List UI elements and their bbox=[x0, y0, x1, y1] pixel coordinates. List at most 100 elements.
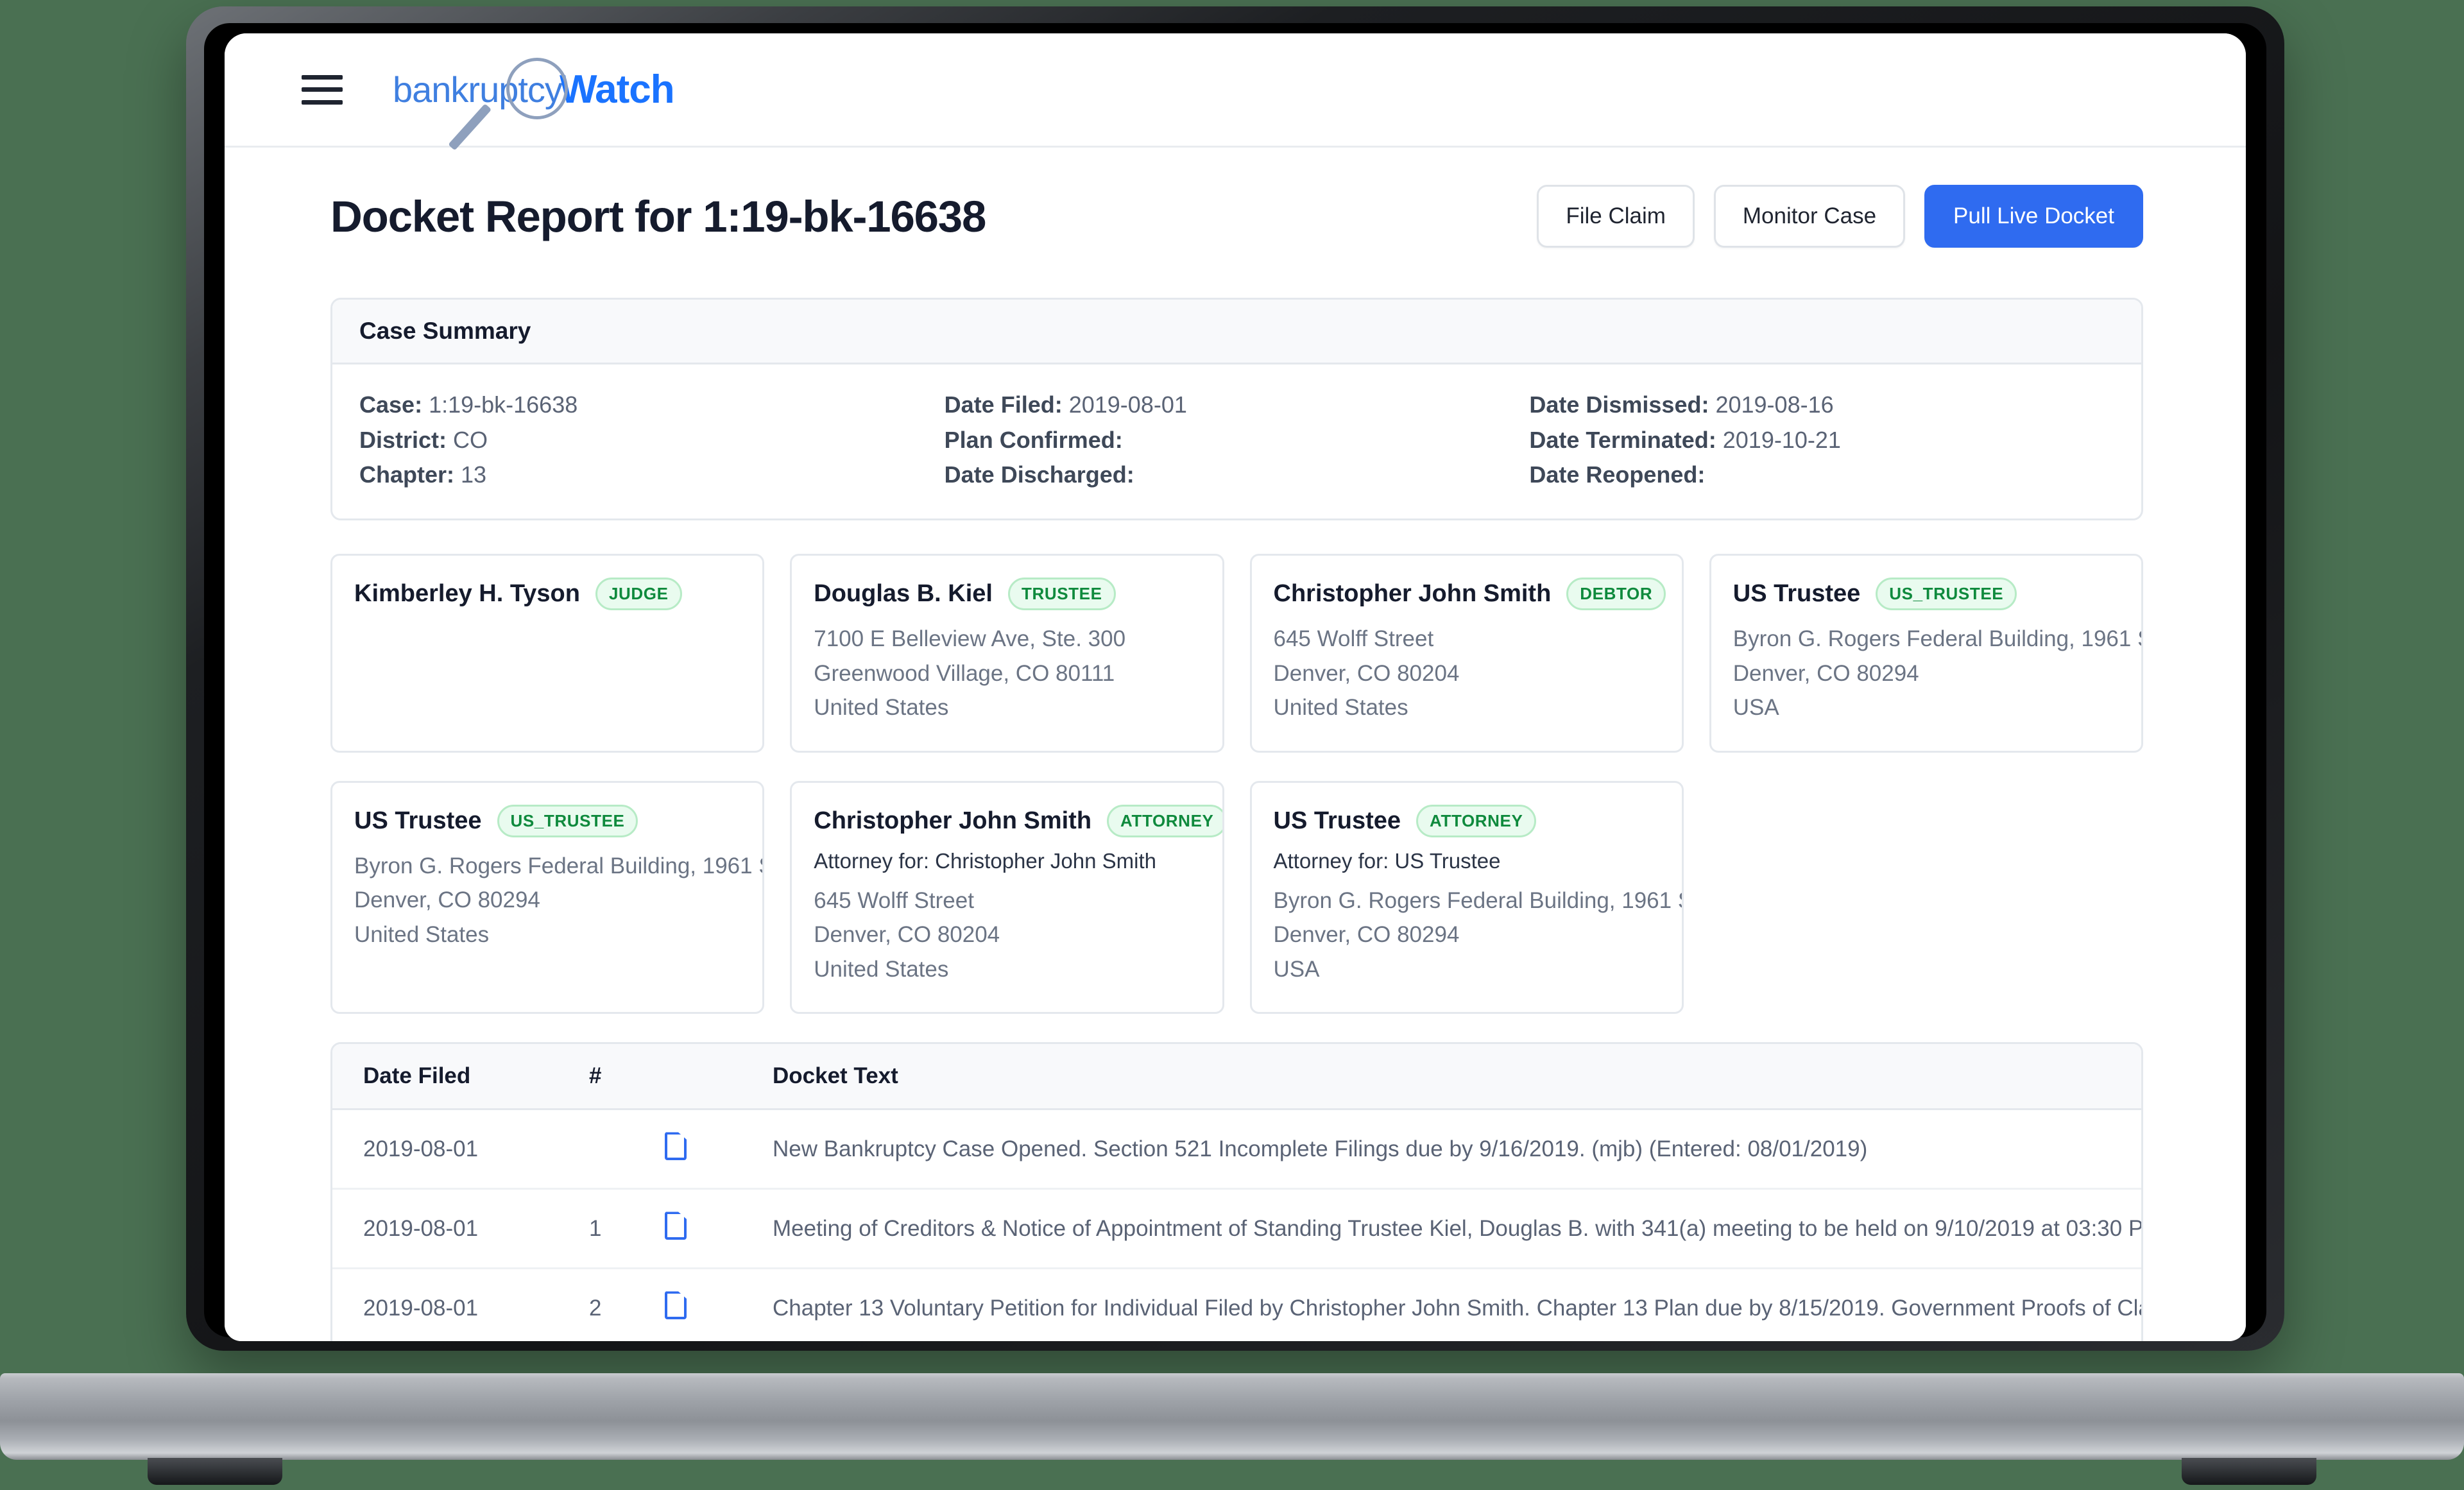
party-address-line: USA bbox=[1733, 695, 1779, 721]
document-icon[interactable] bbox=[665, 1132, 687, 1160]
party-role-badge: JUDGE bbox=[595, 578, 682, 611]
table-row[interactable]: 2019-08-01 1 Meeting of Creditors & Noti… bbox=[332, 1188, 2141, 1270]
party-address-line: Byron G. Rogers Federal Building, 1961 S… bbox=[1273, 887, 1684, 913]
party-card[interactable]: US Trustee US_TRUSTEE Byron G. Rogers Fe… bbox=[1709, 554, 2143, 753]
monitor-case-button[interactable]: Monitor Case bbox=[1713, 185, 1906, 248]
party-name: US Trustee bbox=[1733, 580, 1861, 608]
docket-table-header-row: Date Filed # Docket Text bbox=[332, 1044, 2141, 1111]
hamburger-menu-icon[interactable] bbox=[302, 74, 343, 105]
party-card-header: US Trustee US_TRUSTEE bbox=[354, 804, 740, 837]
table-row[interactable]: 2019-08-01 New Bankruptcy Case Opened. S… bbox=[332, 1109, 2141, 1190]
cell-doc-link[interactable] bbox=[665, 1188, 773, 1270]
summary-field-value: 13 bbox=[461, 461, 487, 488]
case-summary-column-2: Date Filed: 2019-08-01 Plan Confirmed: D… bbox=[945, 388, 1530, 493]
party-role-badge: TRUSTEE bbox=[1007, 578, 1116, 611]
party-address-line: Byron G. Rogers Federal Building, 1961 S… bbox=[354, 853, 765, 878]
column-header-date-filed[interactable]: Date Filed bbox=[332, 1044, 589, 1111]
document-icon[interactable] bbox=[665, 1212, 687, 1240]
party-card[interactable]: US Trustee US_TRUSTEE Byron G. Rogers Fe… bbox=[330, 780, 765, 1015]
party-role-badge: US_TRUSTEE bbox=[497, 804, 638, 837]
summary-field: Date Reopened: bbox=[1529, 458, 2114, 493]
party-name: Christopher John Smith bbox=[1273, 580, 1552, 608]
party-address-line: United States bbox=[814, 695, 949, 721]
pull-live-docket-button[interactable]: Pull Live Docket bbox=[1924, 185, 2143, 248]
party-address-line: Denver, CO 80204 bbox=[1273, 660, 1460, 686]
summary-field-label: Chapter: bbox=[359, 461, 455, 488]
table-row[interactable]: 2019-08-01 2 Chapter 13 Voluntary Petiti… bbox=[332, 1268, 2141, 1341]
docket-table-card: Date Filed # Docket Text 2019-08-01 New … bbox=[330, 1042, 2143, 1341]
header-actions: File Claim Monitor Case Pull Live Docket bbox=[1537, 185, 2143, 248]
case-summary-heading: Case Summary bbox=[332, 300, 2141, 364]
page-title: Docket Report for 1:19-bk-16638 bbox=[330, 191, 986, 241]
summary-field: Date Dismissed: 2019-08-16 bbox=[1529, 388, 2114, 423]
summary-field: Date Filed: 2019-08-01 bbox=[945, 388, 1530, 423]
party-card[interactable]: Christopher John Smith ATTORNEY Attorney… bbox=[790, 780, 1224, 1015]
party-grid-spacer bbox=[1709, 781, 2143, 1015]
summary-field: Plan Confirmed: bbox=[945, 423, 1530, 458]
summary-field-label: Case: bbox=[359, 391, 423, 418]
cell-doc-link[interactable] bbox=[665, 1109, 773, 1190]
case-summary-card: Case Summary Case: 1:19-bk-16638 Distric… bbox=[330, 298, 2143, 521]
docket-table: Date Filed # Docket Text 2019-08-01 New … bbox=[332, 1044, 2141, 1341]
party-card-header: Douglas B. Kiel TRUSTEE bbox=[814, 578, 1200, 611]
summary-field-value: CO bbox=[453, 426, 488, 453]
docket-table-head: Date Filed # Docket Text bbox=[332, 1044, 2141, 1111]
logo-text-secondary: Watch bbox=[559, 67, 675, 112]
party-address-line: United States bbox=[814, 956, 949, 982]
party-address-line: 645 Wolff Street bbox=[814, 887, 974, 913]
party-name: US Trustee bbox=[1273, 807, 1401, 834]
laptop-mockup: bankruptcy Watch Docket Report for 1:19-… bbox=[0, 0, 2464, 1490]
summary-field-value: 2019-08-16 bbox=[1715, 391, 1834, 418]
summary-field-label: Date Reopened: bbox=[1529, 461, 1706, 488]
party-name: Kimberley H. Tyson bbox=[354, 580, 580, 608]
cell-docket-text: New Bankruptcy Case Opened. Section 521 … bbox=[773, 1109, 2141, 1190]
party-attorney-for: Attorney for: US Trustee bbox=[1273, 848, 1501, 873]
docket-table-body: 2019-08-01 New Bankruptcy Case Opened. S… bbox=[332, 1109, 2141, 1341]
party-address-line: Denver, CO 80294 bbox=[354, 887, 540, 913]
party-address-line: 7100 E Belleview Ave, Ste. 300 bbox=[814, 626, 1126, 652]
laptop-foot-left bbox=[148, 1458, 282, 1485]
party-grid-row-1: Kimberley H. Tyson JUDGE Douglas B. Kiel… bbox=[330, 554, 2143, 753]
cell-date-filed: 2019-08-01 bbox=[332, 1268, 589, 1341]
party-address-line: United States bbox=[354, 921, 490, 947]
party-card-header: Kimberley H. Tyson JUDGE bbox=[354, 578, 740, 611]
page-content: Docket Report for 1:19-bk-16638 File Cla… bbox=[225, 148, 2246, 1341]
party-card[interactable]: Christopher John Smith DEBTOR 645 Wolff … bbox=[1249, 554, 1684, 753]
party-card[interactable]: Kimberley H. Tyson JUDGE bbox=[330, 554, 765, 753]
party-card[interactable]: Douglas B. Kiel TRUSTEE 7100 E Belleview… bbox=[790, 554, 1224, 753]
laptop-base bbox=[0, 1373, 2464, 1460]
party-card-header: Christopher John Smith DEBTOR bbox=[1273, 578, 1666, 611]
party-name: Douglas B. Kiel bbox=[814, 580, 993, 608]
cell-doc-link[interactable] bbox=[665, 1268, 773, 1341]
column-header-docket-text[interactable]: Docket Text bbox=[773, 1044, 2141, 1111]
cell-date-filed: 2019-08-01 bbox=[332, 1188, 589, 1270]
file-claim-button[interactable]: File Claim bbox=[1537, 185, 1695, 248]
party-role-badge: US_TRUSTEE bbox=[1876, 578, 2017, 611]
summary-field: Date Terminated: 2019-10-21 bbox=[1529, 423, 2114, 458]
column-header-icon bbox=[665, 1044, 773, 1111]
party-role-badge: DEBTOR bbox=[1566, 578, 1666, 611]
summary-field: Case: 1:19-bk-16638 bbox=[359, 388, 945, 423]
summary-field: Chapter: 13 bbox=[359, 458, 945, 493]
party-role-badge: ATTORNEY bbox=[1107, 804, 1222, 837]
party-card[interactable]: US Trustee ATTORNEY Attorney for: US Tru… bbox=[1249, 780, 1684, 1015]
cell-date-filed: 2019-08-01 bbox=[332, 1109, 589, 1190]
party-address-line: USA bbox=[1273, 956, 1320, 982]
cell-doc-number: 2 bbox=[589, 1268, 665, 1341]
party-address-line: Denver, CO 80294 bbox=[1273, 922, 1460, 948]
party-attorney-for: Attorney for: Christopher John Smith bbox=[814, 848, 1156, 873]
app-header: bankruptcy Watch bbox=[225, 33, 2246, 151]
party-address-line: Byron G. Rogers Federal Building, 1961 S… bbox=[1733, 626, 2143, 652]
cell-docket-text: Chapter 13 Voluntary Petition for Indivi… bbox=[773, 1268, 2141, 1341]
document-icon[interactable] bbox=[665, 1291, 687, 1319]
summary-field-label: Date Filed: bbox=[944, 391, 1063, 418]
summary-field: Date Discharged: bbox=[945, 458, 1530, 493]
party-name: Christopher John Smith bbox=[814, 807, 1092, 834]
party-card-header: US Trustee US_TRUSTEE bbox=[1733, 578, 2119, 611]
summary-field-value: 2019-10-21 bbox=[1722, 426, 1841, 453]
bankruptcywatch-logo[interactable]: bankruptcy Watch bbox=[393, 51, 675, 151]
summary-field-label: District: bbox=[359, 426, 447, 453]
party-card-header: Christopher John Smith ATTORNEY bbox=[814, 804, 1222, 837]
page-title-row: Docket Report for 1:19-bk-16638 File Cla… bbox=[330, 185, 2143, 248]
column-header-number[interactable]: # bbox=[589, 1044, 665, 1111]
